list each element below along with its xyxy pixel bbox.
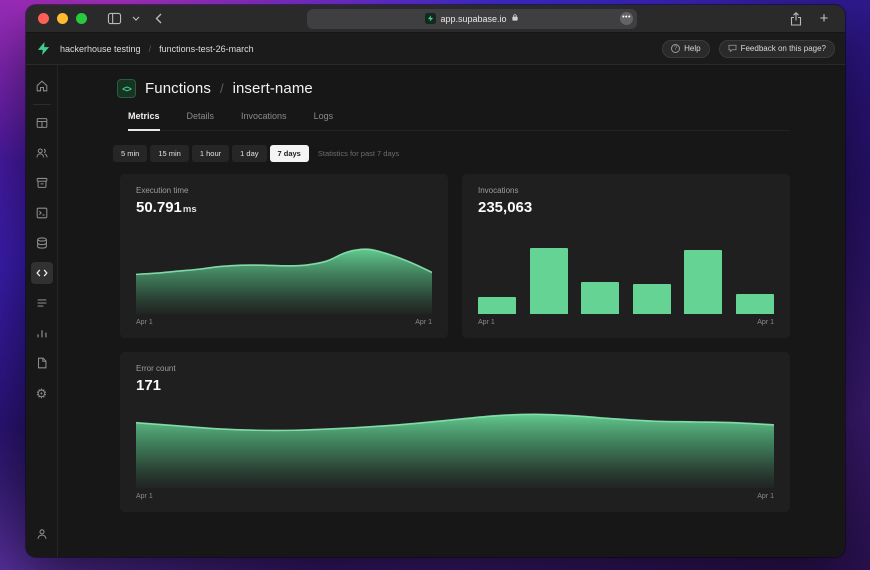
chat-bubble-icon — [728, 44, 737, 53]
bar — [632, 284, 671, 314]
time-range-note: Statistics for past 7 days — [317, 149, 400, 158]
close-window-button[interactable] — [38, 13, 49, 24]
error-count-value: 171 — [136, 377, 162, 394]
x-axis: Apr 1 Apr 1 — [136, 493, 774, 500]
invocations-value: 235,063 — [478, 199, 533, 216]
sidebar-item-storage[interactable] — [31, 172, 53, 194]
help-button[interactable]: ? Help — [662, 39, 710, 58]
card-label: Error count — [136, 364, 176, 373]
error-count-chart — [136, 412, 774, 488]
feedback-button-label: Feedback on this page? — [740, 44, 826, 53]
page-title-separator: / — [219, 81, 224, 96]
share-icon[interactable] — [787, 10, 805, 28]
execution-time-chart — [136, 248, 432, 314]
supabase-logo-icon[interactable] — [36, 41, 51, 56]
address-bar[interactable]: app.supabase.io ••• — [307, 8, 637, 29]
sidebar-divider — [32, 104, 51, 105]
page-title: <> Functions / insert-name — [117, 79, 790, 98]
breadcrumb-project[interactable]: hackerhouse testing — [60, 44, 141, 54]
time-range-7days[interactable]: 7 days — [269, 145, 309, 162]
chevron-down-icon[interactable] — [131, 10, 141, 28]
url-text: app.supabase.io — [440, 13, 507, 24]
tab-metrics[interactable]: Metrics — [128, 111, 160, 131]
bar — [684, 249, 723, 314]
x-axis: Apr 1 Apr 1 — [136, 319, 432, 326]
time-range-5min[interactable]: 5 min — [113, 145, 148, 162]
bar — [735, 293, 774, 314]
main-content: <> Functions / insert-name Metrics Detai… — [58, 65, 845, 557]
sidebar-toggle-icon[interactable] — [105, 10, 123, 28]
x-axis: Apr 1 Apr 1 — [478, 319, 774, 326]
url-bar-container: app.supabase.io ••• — [175, 8, 769, 29]
bar — [478, 296, 517, 314]
card-label: Execution time — [136, 186, 189, 195]
breadcrumb: hackerhouse testing / functions-test-26-… — [60, 44, 254, 54]
reader-ellipsis-button[interactable]: ••• — [620, 12, 633, 25]
page-title-primary[interactable]: Functions — [145, 80, 211, 97]
invocations-card: Invocations 235,063 Apr 1 Apr 1 — [462, 174, 790, 338]
sidebar-item-account[interactable] — [31, 523, 53, 545]
sidebar-item-sql-editor[interactable] — [31, 202, 53, 224]
bar — [581, 282, 620, 314]
time-range-1day[interactable]: 1 day — [232, 145, 267, 162]
tab-details[interactable]: Details — [187, 111, 215, 130]
sidebar-item-settings[interactable]: ⚙ — [31, 382, 53, 404]
time-range-15min[interactable]: 15 min — [150, 145, 189, 162]
sidebar-item-table-editor[interactable] — [31, 112, 53, 134]
breadcrumb-separator: / — [148, 43, 152, 54]
new-tab-button[interactable]: + — [815, 10, 833, 28]
zoom-window-button[interactable] — [76, 13, 87, 24]
minimize-window-button[interactable] — [57, 13, 68, 24]
browser-chrome: app.supabase.io ••• + — [26, 5, 845, 33]
back-button-icon[interactable] — [149, 10, 167, 28]
tab-invocations[interactable]: Invocations — [241, 111, 287, 130]
bar — [529, 248, 568, 314]
sidebar-item-home[interactable] — [31, 75, 53, 97]
invocations-chart — [478, 248, 774, 314]
app-header: hackerhouse testing / functions-test-26-… — [26, 33, 845, 65]
sidebar-item-reports[interactable] — [31, 322, 53, 344]
code-icon: <> — [117, 79, 136, 98]
chrome-actions: + — [787, 10, 833, 28]
error-count-card: Error count 171 Apr 1 Apr 1 — [120, 352, 790, 512]
time-range-1hour[interactable]: 1 hour — [191, 145, 230, 162]
app-sidebar: ⚙ — [26, 65, 58, 557]
sidebar-item-docs[interactable] — [31, 352, 53, 374]
feedback-button[interactable]: Feedback on this page? — [718, 39, 835, 58]
tab-logs[interactable]: Logs — [314, 111, 334, 130]
sidebar-item-logs[interactable] — [31, 292, 53, 314]
lock-icon — [511, 13, 519, 24]
breadcrumb-function[interactable]: functions-test-26-march — [159, 44, 254, 54]
browser-window: app.supabase.io ••• + hackerhouse testin… — [26, 5, 845, 557]
card-label: Invocations — [478, 186, 519, 195]
help-button-label: Help — [684, 44, 701, 53]
tab-bar: Metrics Details Invocations Logs — [128, 111, 790, 131]
execution-time-value: 50.791 ms — [136, 199, 197, 216]
help-icon: ? — [671, 44, 681, 53]
page-title-secondary: insert-name — [232, 80, 313, 97]
sidebar-item-database[interactable] — [31, 232, 53, 254]
time-range-selector: 5 min 15 min 1 hour 1 day 7 days Statist… — [113, 145, 790, 162]
gear-icon: ⚙ — [35, 385, 48, 401]
traffic-lights — [38, 13, 87, 24]
site-favicon — [425, 13, 437, 24]
sidebar-item-edge-functions[interactable] — [30, 262, 53, 284]
sidebar-item-authentication[interactable] — [31, 142, 53, 164]
execution-time-card: Execution time 50.791 ms Apr 1 Apr 1 — [120, 174, 448, 338]
